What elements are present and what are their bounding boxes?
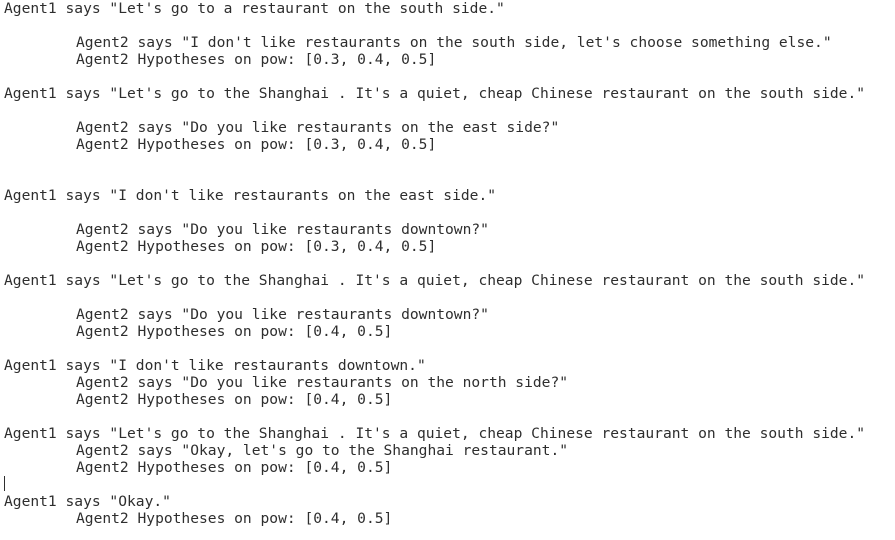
agent2-line: Agent2 says "I don't like restaurants on… bbox=[76, 34, 832, 51]
agent2-line: Agent2 says "Do you like restaurants dow… bbox=[76, 221, 489, 238]
agent2-line: Agent2 says "Do you like restaurants dow… bbox=[76, 306, 489, 323]
agent2-hypotheses-line: Agent2 Hypotheses on pow: [0.3, 0.4, 0.5… bbox=[76, 51, 437, 68]
agent2-hypotheses-line: Agent2 Hypotheses on pow: [0.3, 0.4, 0.5… bbox=[76, 238, 437, 255]
agent1-line: Agent1 says "I don't like restaurants do… bbox=[4, 357, 426, 374]
terminal-output: Agent1 says "Let's go to a restaurant on… bbox=[0, 0, 895, 540]
text-cursor bbox=[4, 476, 5, 491]
agent2-line: Agent2 says "Okay, let's go to the Shang… bbox=[76, 442, 569, 459]
agent2-hypotheses-line: Agent2 Hypotheses on pow: [0.3, 0.4, 0.5… bbox=[76, 136, 437, 153]
agent1-line: Agent1 says "Let's go to the Shanghai . … bbox=[4, 272, 866, 289]
agent2-line: Agent2 says "Do you like restaurants on … bbox=[76, 119, 560, 136]
agent2-hypotheses-line: Agent2 Hypotheses on pow: [0.4, 0.5] bbox=[76, 510, 393, 527]
agent1-line: Agent1 says "I don't like restaurants on… bbox=[4, 187, 497, 204]
agent1-line: Agent1 says "Let's go to a restaurant on… bbox=[4, 0, 505, 17]
agent1-line: Agent1 says "Let's go to the Shanghai . … bbox=[4, 425, 866, 442]
agent2-hypotheses-line: Agent2 Hypotheses on pow: [0.4, 0.5] bbox=[76, 459, 393, 476]
agent1-line: Agent1 says "Okay." bbox=[4, 493, 171, 510]
agent2-hypotheses-line: Agent2 Hypotheses on pow: [0.4, 0.5] bbox=[76, 323, 393, 340]
agent2-hypotheses-line: Agent2 Hypotheses on pow: [0.4, 0.5] bbox=[76, 391, 393, 408]
agent1-line: Agent1 says "Let's go to the Shanghai . … bbox=[4, 85, 866, 102]
agent2-line: Agent2 says "Do you like restaurants on … bbox=[76, 374, 569, 391]
